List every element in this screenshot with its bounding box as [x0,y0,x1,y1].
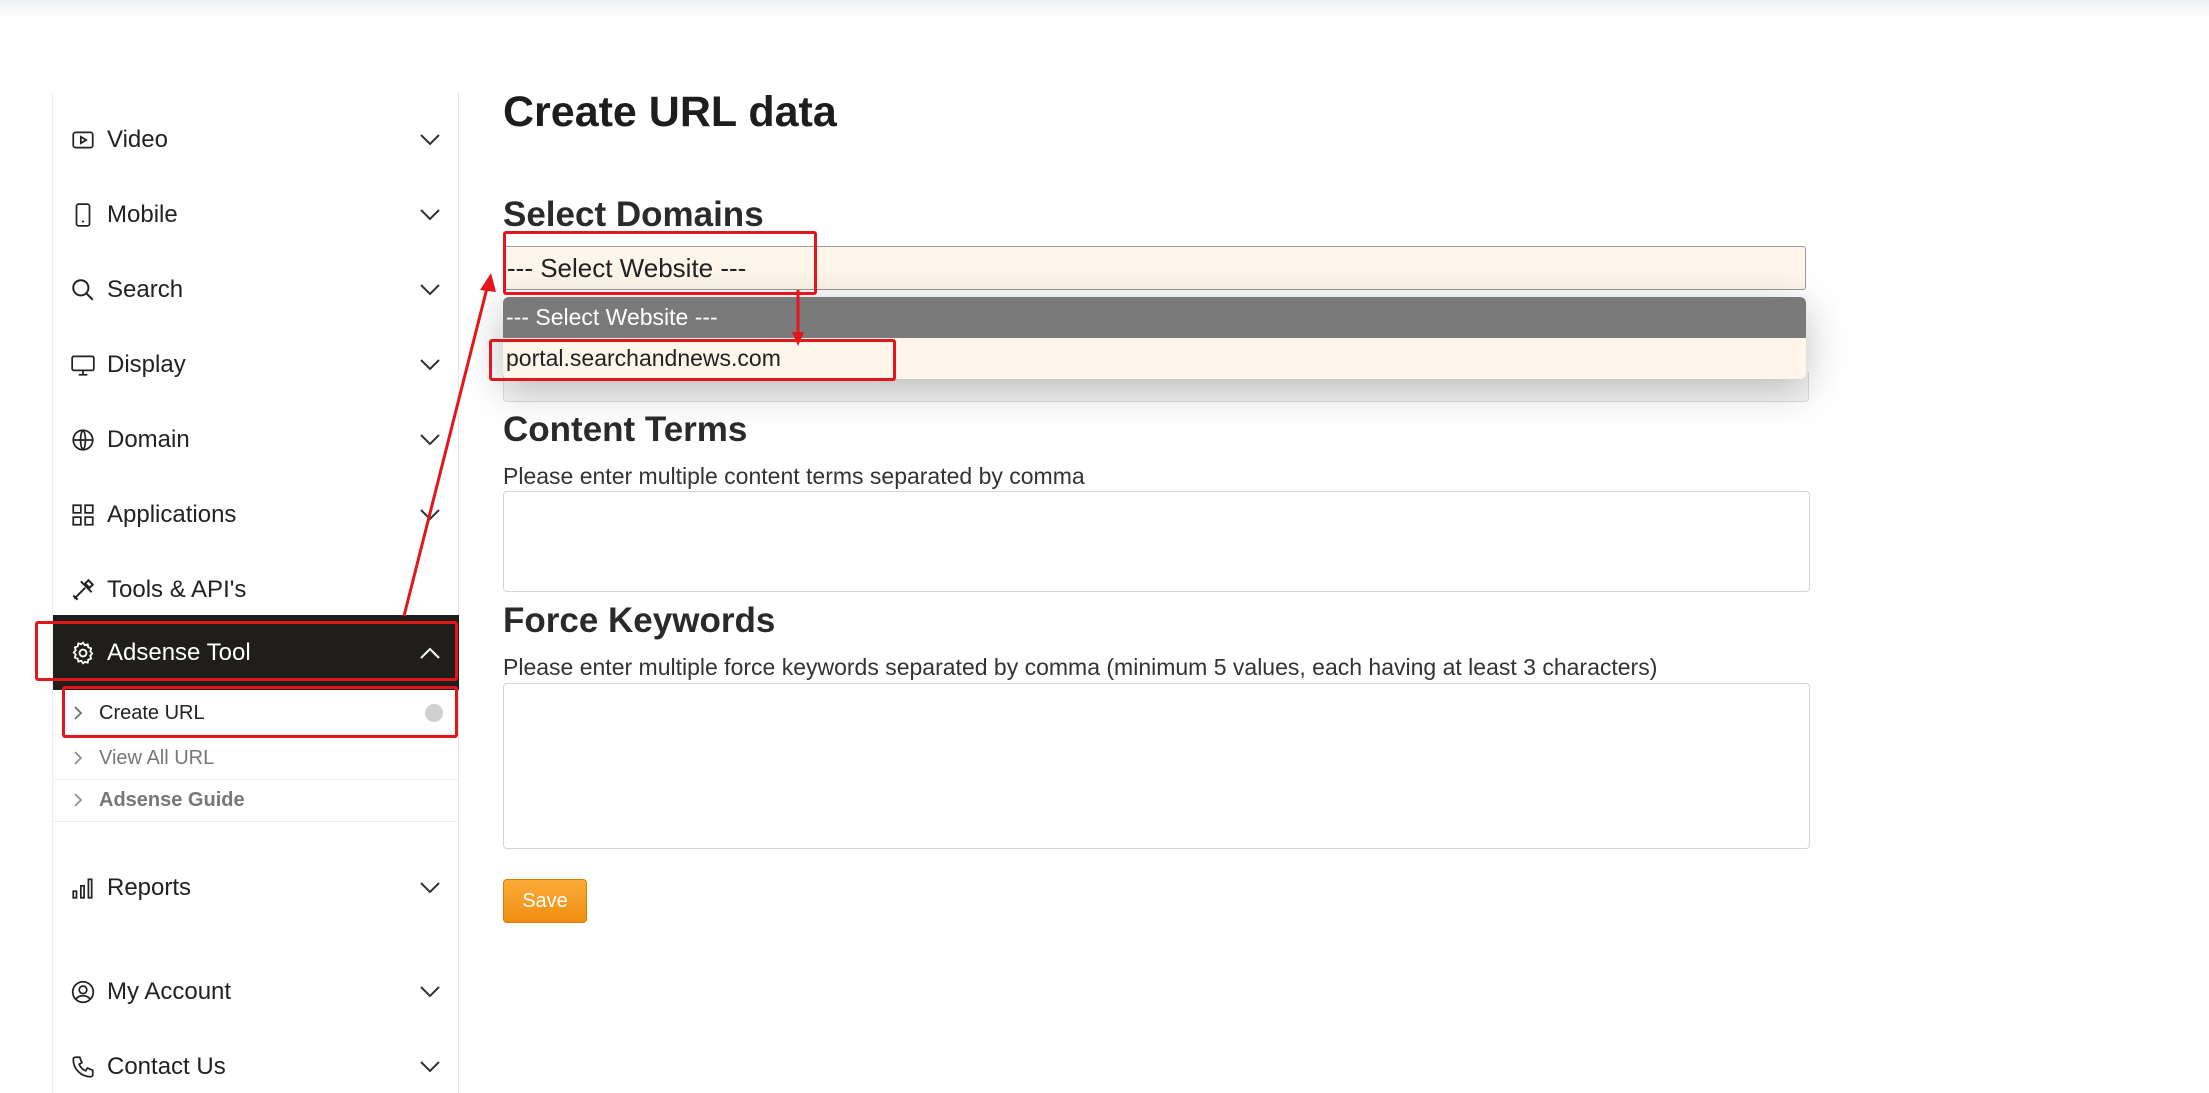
chevron-right-icon [74,751,83,765]
page-title: Create URL data [503,88,837,136]
divider [53,821,459,822]
sidebar-item-adsense-tool[interactable]: Adsense Tool [53,615,459,690]
user-circle-icon [69,978,97,1006]
grid-icon [69,501,97,529]
video-icon [69,126,97,154]
chevron-down-icon [420,208,440,220]
indicator-dot [425,704,443,722]
chevron-right-icon [74,706,83,720]
sidebar-item-display[interactable]: Display [53,327,459,402]
content-terms-hint: Please enter multiple content terms sepa… [503,463,1085,489]
bar-chart-icon [69,874,97,902]
chevron-down-icon [420,508,440,520]
chevron-right-icon [74,793,83,807]
chevron-down-icon [420,133,440,145]
sidebar-item-label: Mobile [107,200,178,228]
sidebar-item-mobile[interactable]: Mobile [53,177,459,252]
chevron-down-icon [420,433,440,445]
chevron-down-icon [420,358,440,370]
sidebar-item-label: Search [107,275,184,303]
mobile-icon [69,201,97,229]
monitor-icon [69,351,97,379]
force-keywords-hint: Please enter multiple force keywords sep… [503,654,1658,680]
divider [53,734,459,735]
sidebar-item-label: Domain [107,425,190,453]
website-select-value: --- Select Website --- [507,252,747,283]
search-icon [69,276,97,304]
sidebar-item-label: Adsense Tool [107,638,251,666]
sidebar-subitem-label: View All URL [99,746,215,769]
sidebar-subitem-label: Create URL [99,701,205,724]
sidebar: Video Mobile Search Display Domain Appli… [52,92,459,1093]
chevron-down-icon [420,881,440,893]
sidebar-item-contact-us[interactable]: Contact Us [53,1029,459,1093]
dropdown-option[interactable]: --- Select Website --- [503,297,1806,338]
chevron-down-icon [420,1060,440,1072]
sidebar-subitem-label: Adsense Guide [99,788,245,811]
globe-icon [69,426,97,454]
sidebar-item-label: Tools & API's [107,575,247,603]
sidebar-item-applications[interactable]: Applications [53,477,459,552]
phone-icon [69,1053,97,1081]
sidebar-item-search[interactable]: Search [53,252,459,327]
dropdown-option[interactable]: portal.searchandnews.com [503,338,1806,379]
tools-icon [69,576,97,604]
content-terms-input[interactable] [503,491,1810,592]
website-select[interactable]: --- Select Website --- [503,246,1806,290]
sidebar-item-label: My Account [107,977,232,1005]
save-button[interactable]: Save [503,879,587,923]
force-keywords-heading: Force Keywords [503,601,776,640]
sidebar-subitem-create-url[interactable]: Create URL [53,692,459,734]
content-terms-heading: Content Terms [503,410,748,449]
sidebar-item-label: Contact Us [107,1052,226,1080]
sidebar-subitem-view-all-url[interactable]: View All URL [53,737,459,779]
sidebar-item-reports[interactable]: Reports [53,850,459,925]
sidebar-item-my-account[interactable]: My Account [53,954,459,1029]
chevron-down-icon [420,985,440,997]
top-bar [0,0,2209,18]
sidebar-subitem-adsense-guide[interactable]: Adsense Guide [53,779,459,821]
website-dropdown: --- Select Website --- portal.searchandn… [503,297,1806,379]
sidebar-item-video[interactable]: Video [53,102,459,177]
sidebar-item-label: Display [107,350,186,378]
sidebar-item-label: Reports [107,873,192,901]
sidebar-item-label: Video [107,125,168,153]
gear-icon [69,639,97,667]
chevron-down-icon [420,283,440,295]
sidebar-item-domain[interactable]: Domain [53,402,459,477]
sidebar-item-label: Applications [107,500,237,528]
force-keywords-input[interactable] [503,683,1810,849]
chevron-up-icon [420,647,440,659]
select-domains-heading: Select Domains [503,195,764,234]
